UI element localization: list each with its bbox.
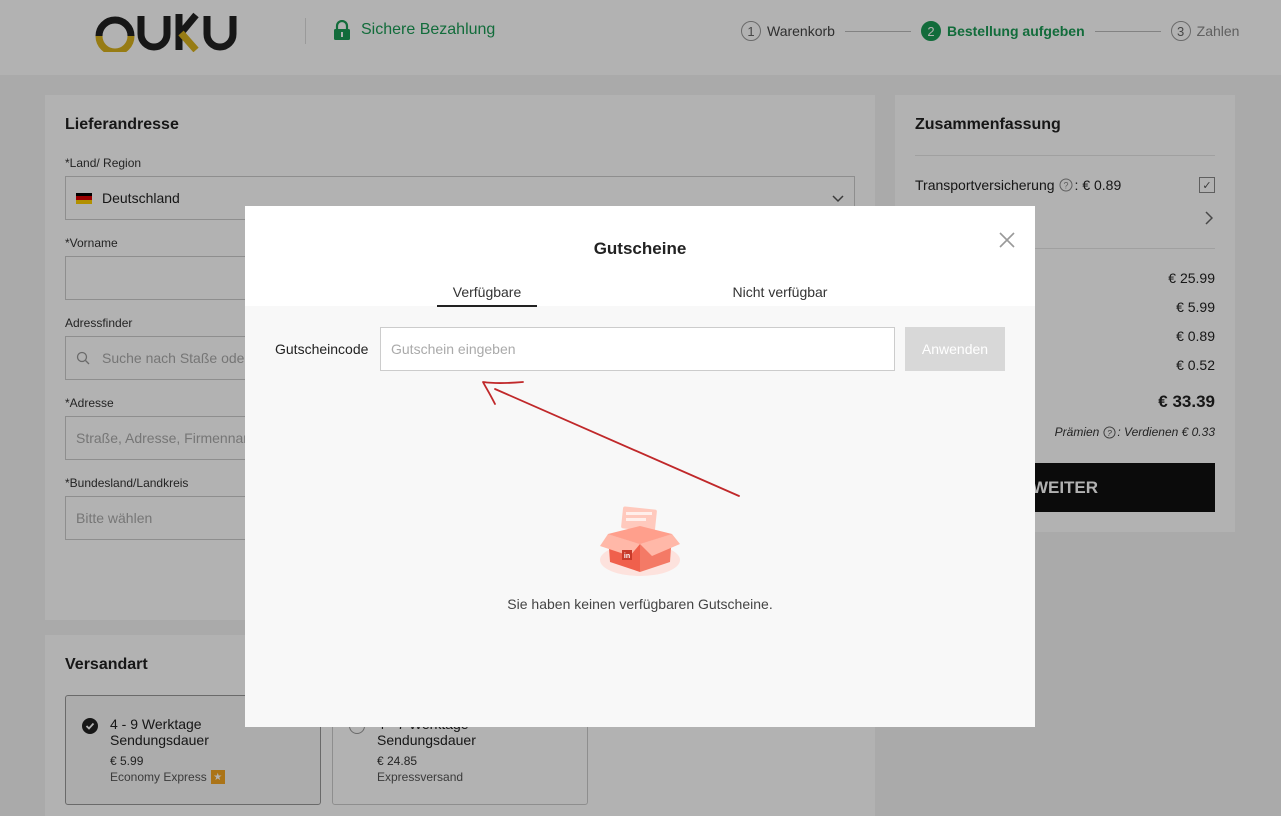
apply-button[interactable]: Anwenden (905, 327, 1005, 371)
close-icon[interactable] (997, 230, 1017, 250)
tab-unavailable[interactable]: Nicht verfügbar (717, 284, 843, 300)
empty-box-icon: in (600, 506, 680, 576)
coupon-code-label: Gutscheincode (275, 341, 369, 357)
svg-text:in: in (624, 553, 630, 560)
tab-available[interactable]: Verfügbare (437, 284, 537, 300)
coupon-code-input[interactable] (380, 327, 895, 371)
empty-state-text: Sie haben keinen verfügbaren Gutscheine. (507, 596, 773, 612)
active-tab-indicator (437, 305, 537, 307)
modal-title: Gutscheine (593, 239, 687, 258)
red-arrow-annotation (482, 381, 740, 497)
coupon-modal: Gutscheine Verfügbare Nicht verfügbar Gu… (245, 206, 1035, 727)
modal-header: Gutscheine Verfügbare Nicht verfügbar (245, 206, 1035, 307)
